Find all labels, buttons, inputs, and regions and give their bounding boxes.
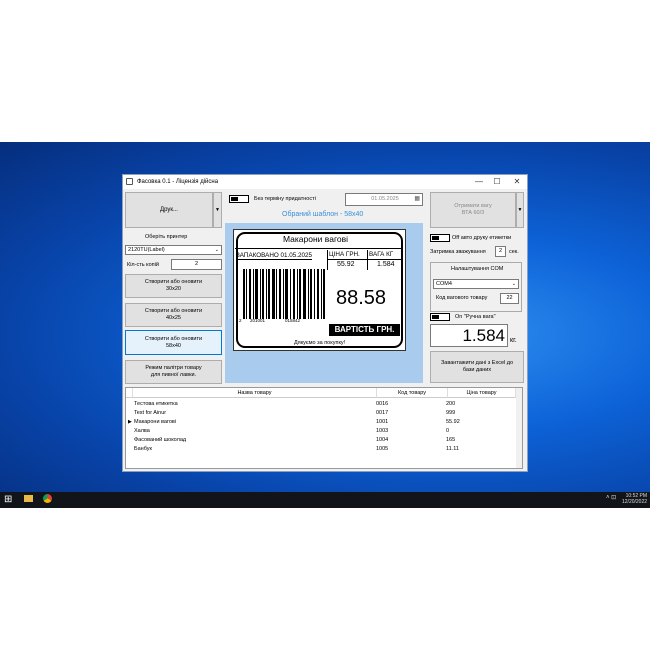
printer-select-value: 2120TU(Label) [128, 247, 165, 253]
row-code: 0017 [376, 410, 389, 416]
delay-unit: сек. [509, 249, 519, 255]
date-picker[interactable]: 01.05.2025 ▦ [345, 193, 423, 206]
template-label: Обраний шаблон - 58x40 [282, 211, 364, 218]
printer-label: Оберіть принтер [145, 234, 188, 240]
grid-header-name[interactable]: Назва товару [133, 388, 377, 398]
tray-icons[interactable]: ˄ ⊡ [606, 495, 616, 501]
grid-header-price[interactable]: Ціна товару [448, 388, 516, 398]
barcode [243, 269, 325, 319]
label-thanks: Дякуємо за покупку! [294, 340, 346, 346]
create-58x40-button[interactable]: Створити або оновити 58x40 [125, 330, 222, 355]
chrome-icon[interactable] [43, 494, 52, 503]
get-weight-button[interactable]: Отримати вагу ВТА 60/3 [430, 192, 516, 228]
weight-code-label: Код вагового товару [436, 295, 488, 301]
label-price-value: 55.92 [337, 261, 355, 268]
grid-header-code[interactable]: Код товару [377, 388, 448, 398]
manual-weight-label: On "Ручна вага" [455, 314, 496, 320]
print-button[interactable]: Друк... [125, 192, 213, 228]
label-divider [235, 248, 402, 249]
create-40x25-button[interactable]: Створити або оновити 40x25 [125, 303, 222, 327]
row-name: Test for Ainur [134, 410, 167, 416]
label-packed-date: ЗАПАКОВАНО 01.05.2025 [236, 252, 313, 260]
chevron-down-icon: ▼ [517, 206, 523, 213]
row-price: 200 [446, 401, 456, 407]
clock[interactable]: 10:52 PM 12/20/2022 [622, 493, 647, 505]
label-total-caption: ВАРТІСТЬ ГРН. [329, 324, 400, 336]
products-grid[interactable]: Назва товару Код товару Ціна товару Тест… [125, 387, 523, 469]
get-weight-dropdown[interactable]: ▼ [516, 192, 524, 228]
row-selected-indicator-icon: ▶ [128, 419, 132, 425]
taskbar: ⊞ ˄ ⊡ 10:52 PM 12/20/2022 [0, 492, 650, 508]
calendar-icon[interactable]: ▦ [414, 194, 420, 205]
row-name: Халва [134, 428, 150, 434]
com-port-value: COM4 [436, 281, 452, 287]
row-name: Фасований шоколад [134, 437, 187, 443]
chevron-down-icon: ⌄ [214, 247, 219, 253]
barcode-digit-2: 201001 [250, 318, 266, 323]
label-weight-header: ВАГА КГ [369, 251, 394, 258]
copies-input[interactable]: 2 [171, 259, 222, 270]
auto-print-toggle[interactable] [430, 234, 450, 242]
beer-mode-button[interactable]: Режим палітри товару для пивної лавки. [125, 360, 222, 384]
row-price: 999 [446, 410, 456, 416]
row-price: 55.92 [446, 419, 460, 425]
label-header-line [327, 259, 401, 260]
print-dropdown-button[interactable]: ▼ [213, 192, 222, 228]
app-icon [126, 178, 133, 185]
row-name: Макарони вагові [134, 419, 177, 425]
label-price-header: ЦІНА ГРН. [329, 251, 360, 258]
manual-weight-toggle[interactable] [430, 313, 450, 321]
minimize-button[interactable]: — [469, 175, 489, 189]
file-explorer-icon[interactable] [24, 495, 33, 502]
delay-input[interactable]: 2 [495, 246, 506, 257]
weight-code-input[interactable]: 22 [500, 293, 519, 304]
row-code: 0016 [376, 401, 389, 407]
create-30x20-button[interactable]: Створити або оновити 30x20 [125, 274, 222, 298]
window-title: Фасовка 0.1 - Ліцензія дійсна [137, 179, 219, 185]
com-settings-label: Налаштування COM [451, 266, 504, 272]
row-price: 11.11 [446, 446, 459, 452]
close-button[interactable]: ✕ [507, 175, 527, 189]
maximize-button[interactable]: ☐ [487, 175, 507, 189]
label-col-divider-1 [327, 250, 328, 270]
row-code: 1001 [376, 419, 389, 425]
delay-label: Затримка зважування [430, 249, 486, 255]
row-code: 1005 [376, 446, 389, 452]
row-name: Банбук [134, 446, 152, 452]
clock-date: 12/20/2022 [622, 499, 648, 505]
start-icon[interactable]: ⊞ [4, 494, 12, 506]
row-name: Тестова етикетка [134, 401, 178, 407]
barcode-digit-3: 015842 [285, 318, 301, 323]
grid-corner [126, 388, 133, 398]
label-weight-value: 1.584 [377, 261, 395, 268]
com-port-select[interactable]: COM4 ⌄ [433, 279, 519, 289]
printer-select[interactable]: 2120TU(Label) ⌄ [125, 245, 222, 255]
weight-display[interactable]: 1.584 [430, 324, 508, 347]
label-total-value: 88.58 [336, 287, 387, 309]
row-price: 165 [446, 437, 456, 443]
label-product-title: Макарони вагові [283, 234, 348, 244]
auto-print-label: Off авто друку етикетки [452, 235, 512, 241]
chevron-down-icon: ⌄ [511, 281, 516, 287]
copies-label: Кіл-сть копій [127, 262, 159, 268]
row-code: 1004 [376, 437, 389, 443]
weight-unit: кг. [510, 337, 517, 344]
grid-scrollbar[interactable] [516, 388, 522, 468]
row-price: 0 [446, 428, 450, 434]
load-excel-button[interactable]: Завантажити дані з Excel до бази даних [430, 351, 524, 383]
no-expiry-toggle[interactable] [229, 195, 249, 203]
barcode-digit-1: 2 [239, 318, 242, 323]
title-bar: Фасовка 0.1 - Ліцензія дійсна — ☐ ✕ [123, 175, 527, 189]
date-value: 01.05.2025 [371, 196, 399, 202]
row-code: 1003 [376, 428, 389, 434]
no-expiry-label: Без терміну придатності [254, 196, 316, 202]
label-col-divider-2 [367, 250, 368, 270]
